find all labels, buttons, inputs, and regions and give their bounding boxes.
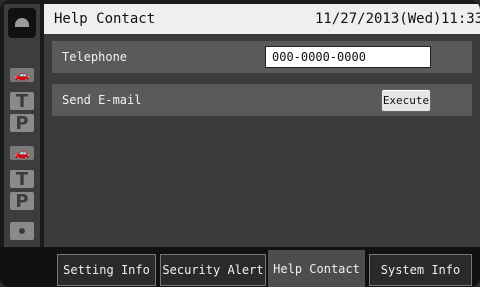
email-label: Send E-mail <box>62 93 142 107</box>
date-display: 11/27/2013(Wed) <box>315 11 442 27</box>
rail-item-p2[interactable]: P <box>10 191 34 212</box>
telephone-field[interactable]: 000-0000-0000 <box>265 46 431 68</box>
email-row: Send E-mail Execute <box>52 84 472 116</box>
dot-icon[interactable] <box>10 222 34 240</box>
tab-system-info[interactable]: System Info <box>369 254 472 286</box>
left-rail: 🚗 T P 🚗 T P <box>4 4 40 247</box>
home-icon[interactable] <box>8 8 36 38</box>
tab-help-contact[interactable]: Help Contact <box>268 250 365 287</box>
car-icon[interactable]: 🚗 <box>10 146 34 160</box>
header-bar: Help Contact 11/27/2013(Wed) 11:33 <box>44 4 480 34</box>
screen-frame: 🚗 T P 🚗 T P Help Contact 11/27/2013(Wed)… <box>0 0 480 287</box>
rail-item-t1[interactable]: T <box>10 91 34 112</box>
tab-security-alert[interactable]: Security Alert <box>160 254 266 286</box>
tab-bar: Setting Info Security Alert Help Contact… <box>0 247 480 287</box>
telephone-row: Telephone 000-0000-0000 <box>52 41 472 73</box>
telephone-label: Telephone <box>62 50 128 64</box>
rail-item-t2[interactable]: T <box>10 169 34 190</box>
main-panel: Telephone 000-0000-0000 Send E-mail Exec… <box>44 34 480 247</box>
car-icon[interactable]: 🚗 <box>10 68 34 82</box>
rail-item-p1[interactable]: P <box>10 113 34 134</box>
time-display: 11:33 <box>441 11 480 27</box>
page-title: Help Contact <box>54 11 156 27</box>
execute-button[interactable]: Execute <box>381 89 431 112</box>
tab-setting-info[interactable]: Setting Info <box>57 254 156 286</box>
